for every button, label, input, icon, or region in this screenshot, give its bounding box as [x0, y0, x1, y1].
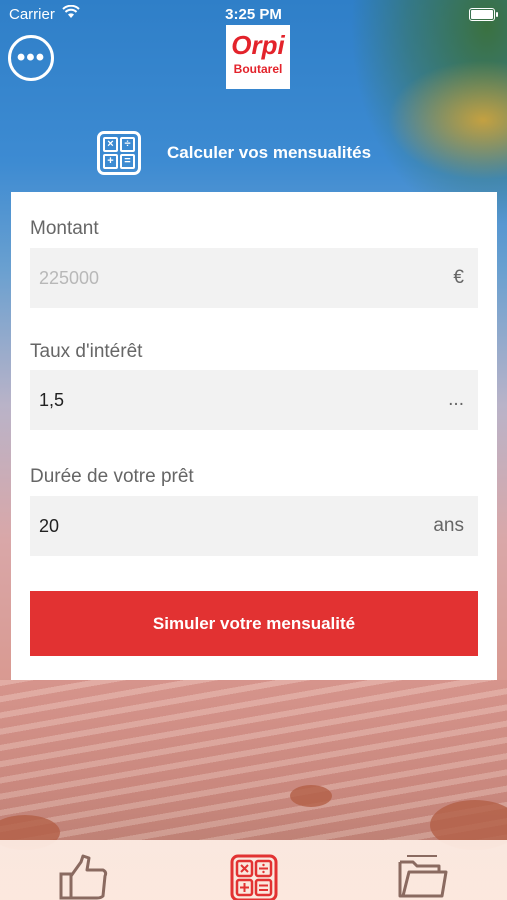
tab-calculator[interactable]: [214, 840, 294, 900]
loan-duration-field[interactable]: 20 ans: [30, 496, 478, 556]
logo-brand: Orpi: [231, 30, 285, 60]
logo-agency: Boutarel: [233, 62, 283, 76]
rate-unit: ...: [448, 389, 464, 410]
page-title: Calculer vos mensualités: [167, 143, 372, 162]
agency-logo: Orpi Boutarel: [226, 25, 290, 89]
more-icon: •••: [16, 44, 46, 71]
calculator-icon: [230, 854, 277, 900]
more-menu-button[interactable]: •••: [8, 35, 54, 81]
clock: 3:25 PM: [225, 6, 282, 23]
calculator-icon: × ÷ + =: [97, 131, 141, 175]
amount-field[interactable]: 225000 €: [30, 248, 478, 308]
tab-bar: [0, 840, 507, 900]
status-bar: Carrier 3:25 PM: [0, 0, 507, 28]
thumbs-up-icon: [59, 854, 107, 900]
background-palm-highlight: [387, 60, 507, 180]
background-sea: [0, 680, 507, 840]
tab-recommend[interactable]: [45, 840, 125, 900]
amount-unit: €: [453, 267, 464, 288]
rate-value: 1,5: [39, 390, 65, 410]
duration-value: 20: [39, 516, 60, 536]
interest-rate-field[interactable]: 1,5 ...: [30, 370, 478, 430]
rate-label: Taux d'intérêt: [30, 341, 143, 362]
loan-calculator-form: Montant 225000 € Taux d'intérêt 1,5 ... …: [11, 192, 497, 680]
duration-label: Durée de votre prêt: [30, 466, 194, 487]
tab-listings[interactable]: [383, 840, 463, 900]
page-header: × ÷ + = Calculer vos mensualités: [97, 130, 371, 176]
folder-icon: [398, 855, 447, 898]
amount-placeholder: 225000: [39, 268, 100, 288]
duration-unit: ans: [433, 515, 464, 536]
amount-label: Montant: [30, 218, 99, 239]
simulate-button[interactable]: Simuler votre mensualité: [30, 591, 478, 656]
battery-icon: [469, 8, 498, 21]
background-rock: [290, 785, 332, 807]
